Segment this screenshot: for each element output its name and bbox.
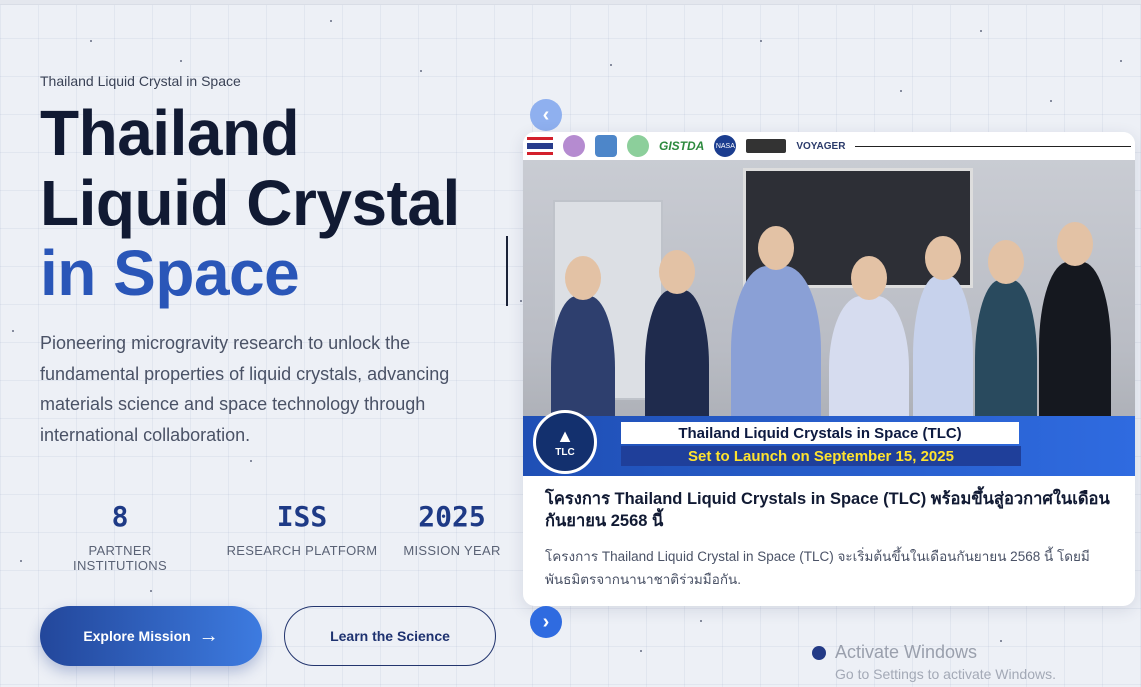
logo-divider (855, 145, 1131, 147)
hero-title: Thailand Liquid Crystal in Space (40, 98, 460, 308)
voyager-logo: VOYAGER (796, 140, 846, 152)
chevron-left-icon: ‹ (542, 103, 550, 126)
thai-flag-icon (527, 137, 553, 155)
stat-label: RESEARCH PLATFORM (226, 543, 378, 558)
watermark-subtitle: Go to Settings to activate Windows. (835, 666, 1056, 682)
gistda-logo: GISTDA (659, 139, 705, 153)
person-head (851, 256, 887, 300)
watermark-title: Activate Windows (835, 642, 978, 662)
carousel-next-button[interactable]: › (530, 606, 562, 638)
person-head (988, 240, 1024, 284)
card-title[interactable]: โครงการ Thailand Liquid Crystals in Spac… (545, 488, 1115, 532)
stat-partners: 8 PARTNER INSTITUTIONS (40, 500, 200, 573)
emblem-label: TLC (555, 447, 575, 458)
person-head (758, 226, 794, 270)
hero-title-line3: in Space (40, 237, 300, 309)
partner-seal-icon (563, 135, 585, 157)
tlc-emblem: ▲ TLC (533, 410, 597, 474)
top-bar (0, 0, 1141, 5)
stat-label: MISSION YEAR (403, 543, 501, 558)
partner-logo-icon (595, 135, 617, 157)
text-cursor-divider (506, 236, 508, 306)
person-head (659, 250, 695, 294)
carousel-indicator-dot[interactable] (812, 646, 826, 660)
explore-mission-label: Explore Mission (83, 628, 191, 644)
stat-value: ISS (276, 500, 328, 533)
stat-value: 2025 (418, 500, 486, 533)
hero-description: Pioneering microgravity research to unlo… (40, 333, 450, 445)
stat-platform: ISS RESEARCH PLATFORM (226, 500, 378, 558)
team-photo: ▲ TLC Thailand Liquid Crystals in Space … (523, 160, 1135, 476)
nasa-logo: NASA (714, 135, 737, 157)
hero-title-line2: Liquid Crystal (40, 167, 460, 239)
card-body: โครงการ Thailand Liquid Crystal in Space… (545, 549, 1090, 587)
banner-headline: Thailand Liquid Crystals in Space (TLC) (621, 422, 1019, 444)
learn-science-button[interactable]: Learn the Science (284, 606, 496, 666)
banner-subline: Set to Launch on September 15, 2025 (621, 446, 1021, 466)
stat-year: 2025 MISSION YEAR (400, 500, 504, 558)
person-head (1057, 222, 1093, 266)
hero-title-line1: Thailand (40, 97, 300, 169)
person-head (565, 256, 601, 300)
rocket-icon: ▲ (556, 426, 574, 446)
partner-logo-bar: GISTDA NASA VOYAGER (523, 132, 1135, 160)
stat-value: 8 (111, 500, 129, 533)
person-head (925, 236, 961, 280)
chevron-right-icon: › (542, 610, 550, 633)
stat-label: PARTNER INSTITUTIONS (73, 543, 167, 573)
news-card[interactable]: GISTDA NASA VOYAGER ▲ TLC Thailand Liqui… (523, 132, 1135, 606)
explore-mission-button[interactable]: Explore Mission → (40, 606, 262, 666)
partner-emblem-icon (627, 135, 649, 157)
lab-logo-icon (746, 139, 787, 153)
hero-eyebrow: Thailand Liquid Crystal in Space (40, 73, 241, 89)
carousel-prev-button[interactable]: ‹ (530, 99, 562, 131)
arrow-right-icon: → (198, 624, 219, 647)
